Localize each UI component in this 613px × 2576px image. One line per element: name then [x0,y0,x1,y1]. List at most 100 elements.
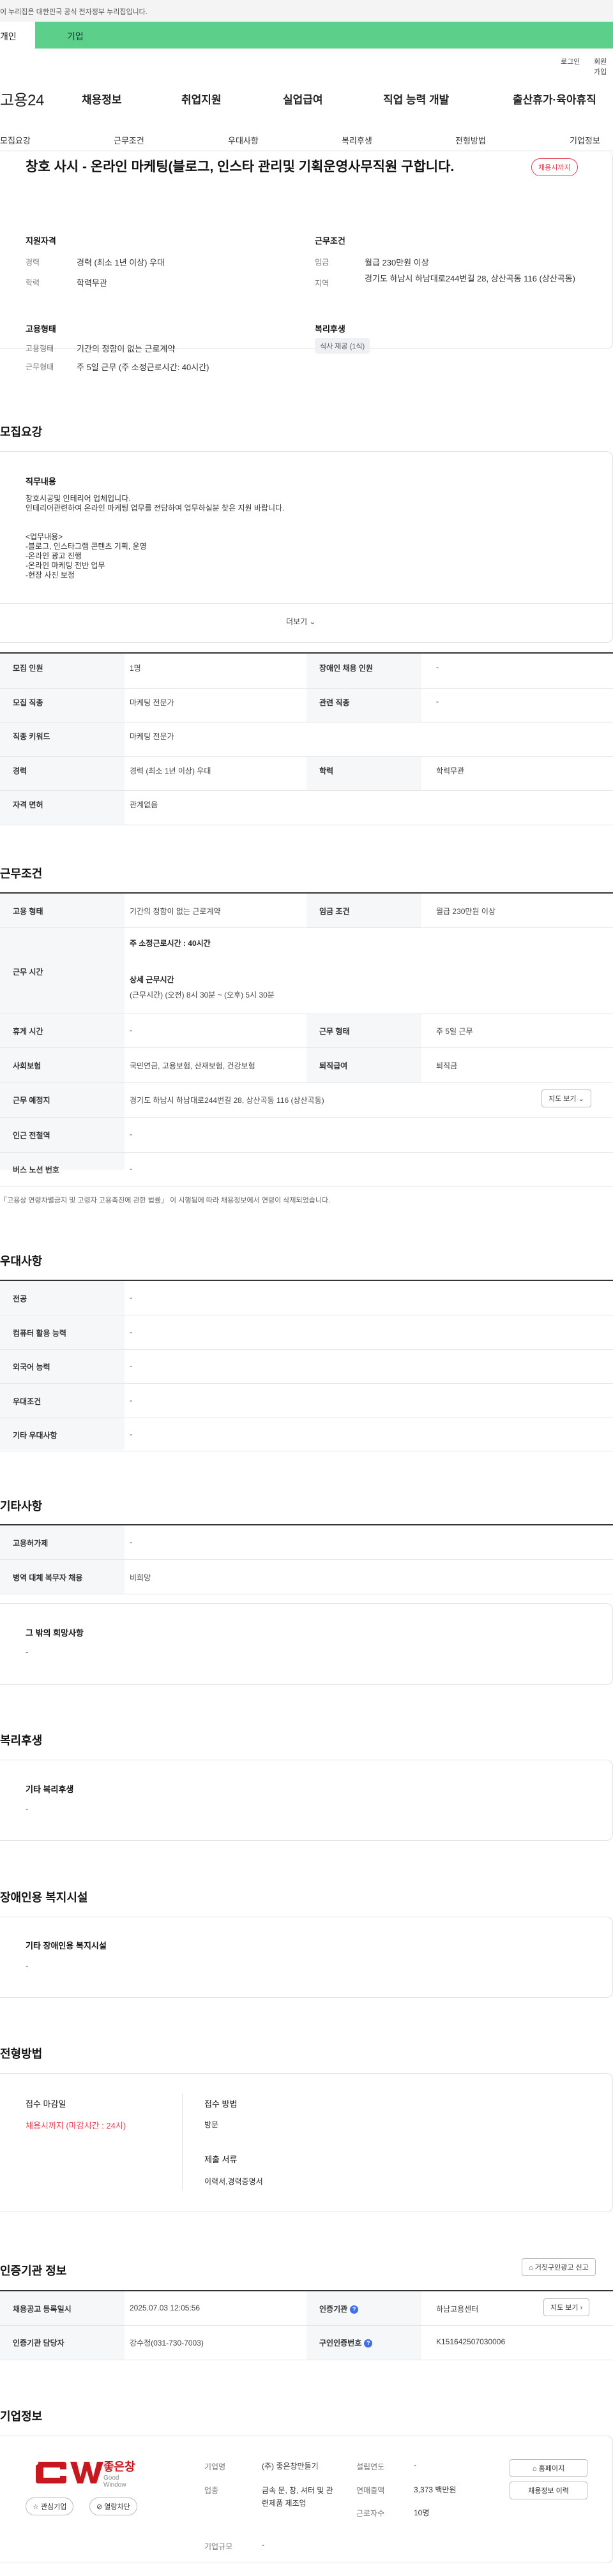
td-insurance: 국민연금, 고용보험, 산재보험, 건강보험 [130,1061,255,1070]
company-name-value: (주) 좋은창만들기 [262,2462,319,2471]
report-false-ad-button[interactable]: ⌂ 거짓구인광고 신고 [522,2258,596,2276]
deadline-badge: 채용시까지 [531,158,578,176]
recruit-section-title: 모집요강 [0,426,43,438]
duty-line-8: -현장 사진 보정 [26,571,75,580]
agency-map-button[interactable]: 지도 보기 › [543,2298,590,2316]
report-btn-label: 거짓구인광고 신고 [534,2264,589,2272]
tab-individual[interactable]: 개인 [0,22,35,49]
duty-line-7: -온라인 마케팅 전반 업무 [26,561,105,570]
td-disabled-count: - [436,663,439,671]
gnb-parental-leave[interactable]: 출산휴가·육아휴직 [513,91,596,107]
tab-business[interactable]: 기업 [35,22,613,49]
gnb-unemployment-benefit[interactable]: 실업급여 [283,91,323,107]
td-hours-main: 주 소정근로시간 : 40시간 [130,938,211,948]
more-button[interactable]: 더보기 ⌄ [286,616,316,627]
hours-main-text: 주 소정근로시간 : 40시간 [130,939,211,948]
subnav-screening[interactable]: 전형방법 [455,134,486,146]
qualification-title: 지원자격 [26,236,56,246]
th-job-type: 모집 직종 [13,698,43,707]
login-link[interactable]: 로그인 [561,56,580,66]
homepage-button[interactable]: ⌂ 홈페이지 [510,2459,587,2477]
welfare-pill: 식사 제공 (1식) [315,338,370,354]
block-icon: ⊘ [96,2503,103,2511]
user-type-tabs: 개인 기업 [0,22,613,49]
row-divider [0,1383,613,1384]
welfare-sub-title: 기타 복리후생 [26,1785,74,1794]
th-major: 전공 [13,1294,27,1303]
duty-more-divider [0,603,613,604]
row-divider [0,790,613,791]
deadline-value: 채용시까지 (마감시간 : 24시) [26,2121,126,2130]
docs-title: 제출 서류 [204,2155,238,2164]
employment-type-title: 고용형태 [26,324,56,334]
th-agency: 인증기관? [319,2303,359,2314]
row-divider [0,2325,613,2326]
td-agency: 하남고용센터 [436,2305,479,2314]
td-job-keyword: 마케팅 전문가 [130,732,174,741]
gnb-job-info[interactable]: 채용정보 [82,91,122,107]
subnav-conditions[interactable]: 근무조건 [114,134,144,146]
subnav-preference[interactable]: 우대사항 [228,134,259,146]
th-work-permit: 고용허가제 [13,1539,49,1548]
conditions-title: 근무조건 [315,236,345,246]
agency-th-bg-1 [0,2291,125,2360]
place-map-button[interactable]: 지도 보기 ⌄ [541,1090,591,1107]
disabled-section-title: 장애인용 복지시설 [0,1891,88,1904]
td-severance: 퇴직금 [436,1061,458,1070]
founded-value: - [414,2460,416,2469]
th-subway: 인근 전철역 [13,1131,50,1140]
chevron-down-icon: ⌄ [578,1095,584,1103]
th-insurance: 사회보험 [13,1061,42,1070]
docs-value: 이력서,경력증명서 [204,2177,263,2186]
industry-value: 금속 문, 창, 셔터 및 관련제품 제조업 [262,2486,333,2508]
etc-section-title: 기타사항 [0,1500,43,1513]
favorite-company-button[interactable]: ☆ 관심기업 [26,2497,74,2515]
more-label: 더보기 [286,617,308,626]
employment-type-value: 기간의 정함이 없는 근로계약 [77,344,176,354]
row-divider [0,1047,613,1048]
td-recruit-count: 1명 [130,664,141,673]
td-hours-detail-title: 상세 근무시간 [130,975,174,984]
gnb-employment-support[interactable]: 취업지원 [181,91,222,107]
td-work-permit: - [130,1538,132,1546]
agency-section-title: 인증기관 정보 [0,2265,67,2277]
td-other-pref: - [130,1430,132,1439]
gnb-vocational-training[interactable]: 직업 능력 개발 [383,91,449,107]
td-wage: 월급 230만원 이상 [436,907,496,916]
etc-other-value: - [26,1647,29,1657]
revenue-value: 3,373 백만원 [414,2485,457,2494]
star-icon: ☆ [33,2503,39,2511]
subnav-company[interactable]: 기업정보 [570,134,600,146]
fav-btn-label: 관심기업 [40,2503,67,2511]
th-bus: 버스 노선 번호 [13,1165,59,1174]
etc-other-card [0,1603,613,1685]
site-logo[interactable]: 고용24 [0,87,44,110]
screening-divider [182,2093,183,2190]
row-divider [0,1117,613,1118]
chevron-down-icon: ⌄ [309,617,316,626]
th-other-pref: 기타 우대사항 [13,1431,57,1440]
subnav-welfare[interactable]: 복리후생 [342,134,372,146]
education-label: 학력 [26,278,40,287]
th-recruit-count: 모집 인원 [13,664,43,673]
career-value: 경력 (최소 1년 이상) 우대 [77,258,165,267]
td-military: 비희망 [130,1573,151,1582]
td-job-type: 마케팅 전문가 [130,698,174,707]
job-history-button[interactable]: 채용정보 이력 [510,2482,587,2499]
company-name-label: 기업명 [204,2462,226,2471]
th-place: 근무 예정지 [13,1096,50,1105]
screening-section-title: 전형방법 [0,2048,43,2060]
company-logo-sub: Good Window [103,2475,126,2489]
info-icon[interactable]: ? [364,2339,373,2348]
subnav-recruit[interactable]: 모집요강 [0,134,31,146]
wage-value: 월급 230만원 이상 [365,258,429,267]
block-view-button[interactable]: ⊘ 열람차단 [89,2497,137,2515]
signup-link[interactable]: 회원가입 [594,56,613,77]
info-icon[interactable]: ? [350,2305,359,2314]
td-emp-type: 기간의 정함이 없는 근로계약 [130,907,221,916]
disabled-card [0,1917,613,1998]
row-divider [0,1186,613,1187]
deadline-title: 접수 마감일 [26,2099,66,2109]
td-career: 경력 (최소 1년 이상) 우대 [130,767,211,775]
home-btn-label: 홈페이지 [538,2465,565,2473]
